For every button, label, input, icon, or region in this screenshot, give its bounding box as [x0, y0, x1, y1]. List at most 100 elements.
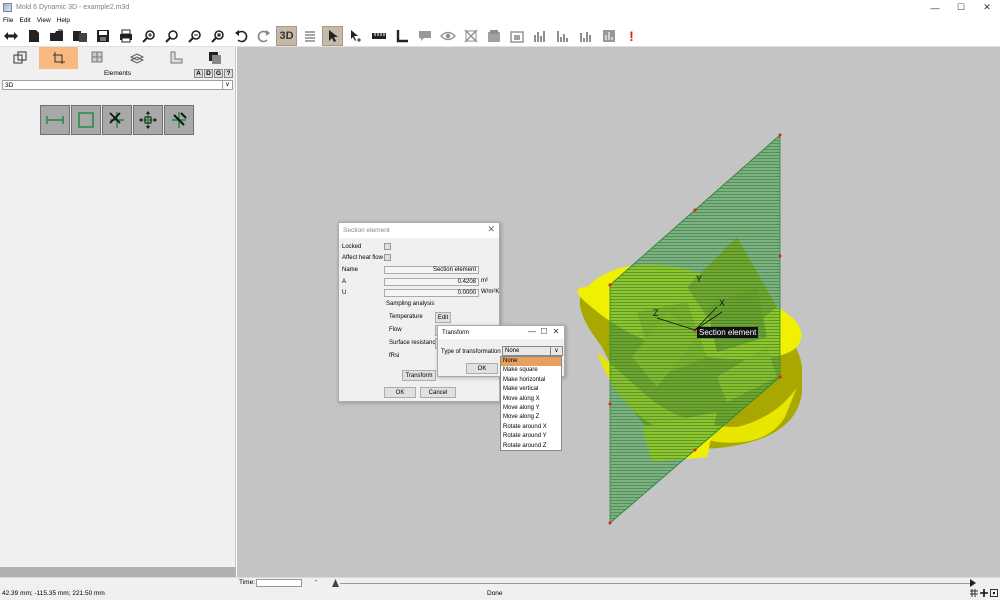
close-icon[interactable]: ✕ — [487, 224, 495, 235]
edit-button[interactable]: Edit — [435, 312, 451, 323]
cursor-coordinates: 42.39 mm; -115.35 mm; 221.50 mm — [2, 590, 105, 597]
ok-button[interactable]: OK — [384, 387, 416, 398]
import-icon[interactable] — [69, 26, 90, 46]
u-field[interactable]: 0.0000 — [384, 289, 479, 297]
close-button[interactable]: ✕ — [974, 0, 1000, 15]
option-make-horizontal[interactable]: Make horizontal — [501, 376, 561, 385]
eye-icon[interactable] — [437, 26, 458, 46]
open-folder-icon[interactable] — [46, 26, 67, 46]
undo-icon[interactable] — [230, 26, 251, 46]
chart-3-icon[interactable] — [575, 26, 596, 46]
cancel-button[interactable]: Cancel — [420, 387, 456, 398]
section-element-label[interactable]: Section element — [697, 327, 759, 338]
locked-checkbox[interactable] — [384, 243, 391, 250]
section-tab-icon[interactable] — [39, 47, 78, 69]
ruler-icon[interactable] — [368, 26, 389, 46]
section-dialog-titlebar[interactable]: Section element ✕ — [339, 223, 499, 238]
chart-2-icon[interactable] — [552, 26, 573, 46]
element-buttons — [40, 105, 235, 135]
chart-1-icon[interactable] — [529, 26, 550, 46]
rotate-element-icon[interactable] — [164, 105, 194, 135]
transform-ok-button[interactable]: OK — [466, 363, 498, 374]
elements-title: Elements — [103, 70, 132, 77]
letter-g-button[interactable]: G — [214, 69, 223, 78]
zoom-fit-icon[interactable] — [207, 26, 228, 46]
option-make-vertical[interactable]: Make vertical — [501, 385, 561, 394]
option-rotate-around-y[interactable]: Rotate around Y — [501, 432, 561, 441]
maximize-button[interactable]: ☐ — [948, 0, 974, 15]
axis-z-label: Z — [653, 308, 659, 318]
status-text: Done — [487, 590, 503, 597]
alert-icon[interactable]: ! — [621, 26, 642, 46]
plus-icon[interactable] — [979, 588, 988, 598]
snap-icon[interactable] — [989, 588, 998, 598]
chart-4-icon[interactable] — [598, 26, 619, 46]
print-icon[interactable] — [115, 26, 136, 46]
option-rotate-around-x[interactable]: Rotate around X — [501, 423, 561, 432]
option-move-along-z[interactable]: Move along Z — [501, 413, 561, 422]
grid-tab-icon[interactable] — [78, 47, 117, 69]
transformation-type-value: None — [505, 348, 520, 354]
select-arrow-icon[interactable] — [322, 25, 343, 46]
menu-help[interactable]: Help — [54, 17, 73, 24]
axis-x-label: X — [719, 298, 726, 308]
transform-button[interactable]: Transform — [402, 370, 436, 381]
left-panel: Elements A D G ? 3D ∨ — [0, 47, 236, 577]
app-icon — [3, 3, 12, 12]
zoom-out-icon[interactable] — [184, 26, 205, 46]
no-view-icon[interactable] — [460, 26, 481, 46]
zoom-in-icon[interactable] — [138, 26, 159, 46]
list-icon[interactable] — [299, 26, 320, 46]
a-field[interactable]: 0.4208 — [384, 278, 479, 286]
new-file-icon[interactable] — [23, 26, 44, 46]
menu-file[interactable]: File — [0, 17, 16, 24]
letter-d-button[interactable]: D — [204, 69, 213, 78]
transform-minimize-button[interactable]: — — [526, 326, 538, 338]
option-move-along-y[interactable]: Move along Y — [501, 404, 561, 413]
option-move-along-x[interactable]: Move along X — [501, 395, 561, 404]
transform-close-button[interactable]: ✕ — [550, 326, 562, 338]
elements-header: Elements A D G ? — [0, 69, 235, 79]
move-arrows-icon[interactable] — [0, 26, 21, 46]
menu-view[interactable]: View — [34, 17, 54, 24]
option-make-square[interactable]: Make square — [501, 366, 561, 375]
move-element-icon[interactable] — [133, 105, 163, 135]
layer-2-icon[interactable] — [506, 26, 527, 46]
u-label: U — [342, 290, 347, 296]
grid-icon[interactable] — [969, 588, 978, 598]
view-select[interactable]: 3D ∨ — [2, 80, 233, 90]
save-icon[interactable] — [92, 26, 113, 46]
name-field[interactable]: Section element — [384, 266, 479, 274]
angle-icon[interactable] — [391, 26, 412, 46]
option-none[interactable]: None — [501, 357, 561, 367]
layer-1-icon[interactable] — [483, 26, 504, 46]
time-slider-thumb[interactable] — [332, 579, 339, 587]
play-icon[interactable] — [970, 579, 976, 587]
zoom-window-icon[interactable] — [161, 26, 182, 46]
redo-icon[interactable] — [253, 26, 274, 46]
transform-dialog-titlebar[interactable]: Transform — ☐ ✕ — [438, 326, 564, 339]
transform-maximize-button[interactable]: ☐ — [538, 326, 550, 338]
menu-bar: File Edit View Help — [0, 15, 1000, 25]
select-plus-icon[interactable] — [345, 26, 366, 46]
minimize-button[interactable]: — — [922, 0, 948, 15]
letter-a-button[interactable]: A — [194, 69, 203, 78]
view-select-value: 3D — [5, 82, 14, 89]
cross-element-icon[interactable] — [102, 105, 132, 135]
option-rotate-around-z[interactable]: Rotate around Z — [501, 442, 561, 451]
shape-tab-icon[interactable] — [156, 47, 195, 69]
dimension-element-icon[interactable] — [40, 105, 70, 135]
layout-tab-icon[interactable] — [0, 47, 39, 69]
layers-tab-icon[interactable] — [117, 47, 156, 69]
time-slider-track[interactable] — [340, 583, 970, 584]
rectangle-element-icon[interactable] — [71, 105, 101, 135]
affect-heat-flow-checkbox[interactable] — [384, 254, 391, 261]
menu-edit[interactable]: Edit — [16, 17, 33, 24]
help-button[interactable]: ? — [224, 69, 233, 78]
comment-icon[interactable] — [414, 26, 435, 46]
view-3d-button[interactable]: 3D — [276, 25, 297, 46]
shade-tab-icon[interactable] — [195, 47, 234, 69]
left-panel-scrollbar[interactable] — [0, 567, 236, 577]
time-input[interactable] — [256, 579, 302, 587]
transformation-type-select[interactable]: None ∨ — [502, 346, 563, 356]
